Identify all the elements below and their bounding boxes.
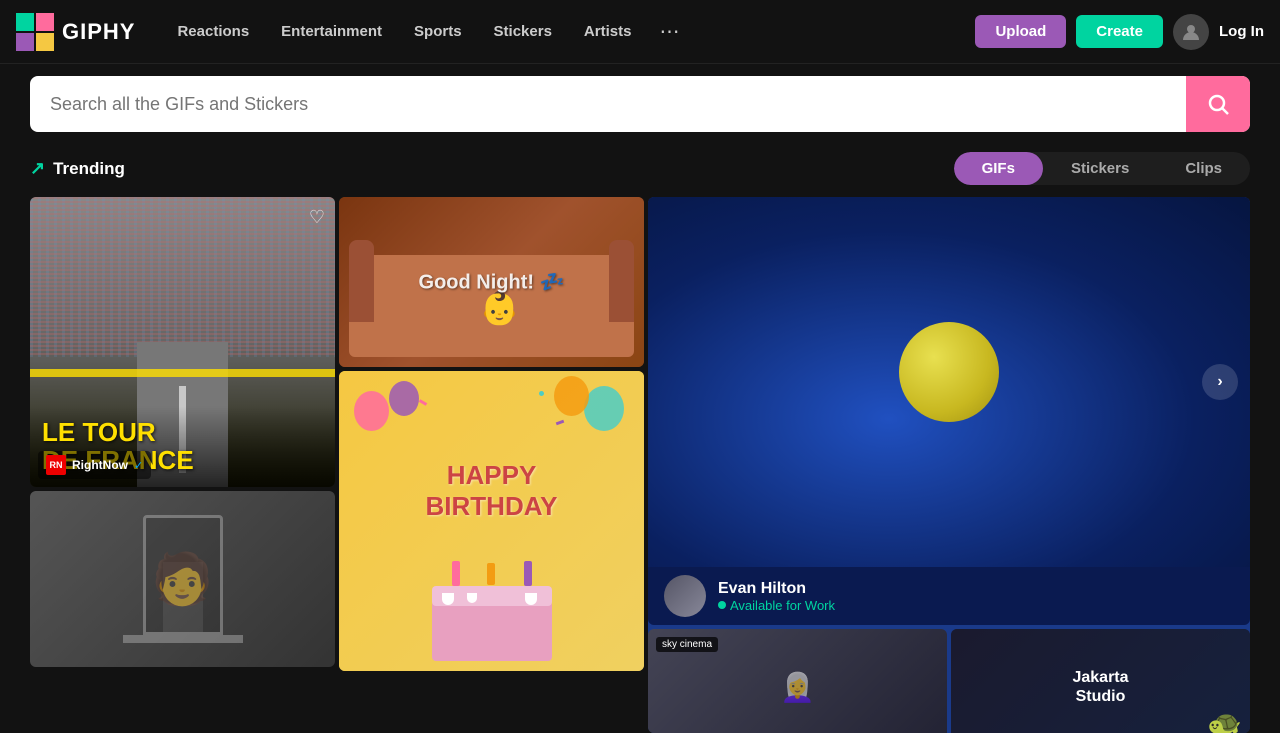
gif-card-birthday[interactable]: HAPPYBIRTHDAY <box>339 371 644 671</box>
status-dot <box>718 601 726 609</box>
nav-item-sports[interactable]: Sports <box>400 17 476 46</box>
nav-actions: Upload Create Log In <box>975 14 1264 50</box>
avatar <box>664 575 706 617</box>
jakarta-studio-text: Jakarta Studio <box>1072 668 1128 706</box>
create-button[interactable]: Create <box>1076 15 1163 48</box>
tour-title-line1: LE TOUR <box>42 418 323 447</box>
nav-item-stickers[interactable]: Stickers <box>480 17 566 46</box>
mid-column: 👶 Good Night! 💤 <box>339 197 644 733</box>
trending-icon: ↗ <box>30 158 45 179</box>
trending-row: ↗ Trending GIFs Stickers Clips <box>0 144 1280 193</box>
nav-item-reactions[interactable]: Reactions <box>163 17 263 46</box>
sky-cinema-badge: sky cinema <box>656 637 718 652</box>
left-column: LE TOUR DE FRANCE ♡ RN RightNow ✓ <box>30 197 335 733</box>
next-button[interactable]: › <box>1202 364 1238 400</box>
search-bar <box>30 76 1250 132</box>
card-attribution: RN RightNow ✓ <box>38 451 151 479</box>
login-button[interactable]: Log In <box>1219 23 1264 40</box>
jakarta-mascot-icon: 🐢 <box>1207 708 1242 733</box>
gif-card-person[interactable]: 🧑 <box>30 491 335 667</box>
nav-links: Reactions Entertainment Sports Stickers … <box>163 13 975 50</box>
feature-status: Available for Work <box>718 598 835 613</box>
search-icon <box>1206 92 1230 116</box>
nav-item-entertainment[interactable]: Entertainment <box>267 17 396 46</box>
nav-item-artists[interactable]: Artists <box>570 17 646 46</box>
feature-name: Evan Hilton <box>718 580 835 598</box>
goodnight-text: Good Night! 💤 <box>419 270 565 295</box>
main-content: LE TOUR DE FRANCE ♡ RN RightNow ✓ <box>0 193 1280 733</box>
gif-card-jakarta-studio[interactable]: Jakarta Studio 🐢 <box>951 629 1250 733</box>
tennis-ball <box>899 322 999 422</box>
search-input[interactable] <box>30 94 1186 115</box>
feature-card[interactable]: › <box>648 197 1250 567</box>
feature-creator-info: Evan Hilton Available for Work <box>718 580 835 613</box>
trending-text: Trending <box>53 159 125 179</box>
more-options-icon[interactable]: ⋯ <box>649 13 689 50</box>
tab-clips[interactable]: Clips <box>1157 152 1250 185</box>
tab-stickers[interactable]: Stickers <box>1043 152 1157 185</box>
upload-button[interactable]: Upload <box>975 15 1066 48</box>
gif-card-tour[interactable]: LE TOUR DE FRANCE ♡ RN RightNow ✓ <box>30 197 335 487</box>
feature-info: Evan Hilton Available for Work <box>648 567 1250 625</box>
logo-text: GIPHY <box>62 19 135 45</box>
search-button[interactable] <box>1186 76 1250 132</box>
attribution-name: RightNow <box>72 458 128 472</box>
tab-gifs[interactable]: GIFs <box>954 152 1043 185</box>
trending-label: ↗ Trending <box>30 158 125 179</box>
logo[interactable]: GIPHY <box>16 13 135 51</box>
birthday-text: HAPPYBIRTHDAY <box>426 460 558 522</box>
attribution-logo: RN <box>46 455 66 475</box>
gif-card-goodnight[interactable]: 👶 Good Night! 💤 <box>339 197 644 367</box>
navbar: GIPHY Reactions Entertainment Sports Sti… <box>0 0 1280 64</box>
heart-icon[interactable]: ♡ <box>309 207 325 228</box>
right-feature-column: › Evan Hilton Available for Work 👩‍� <box>648 197 1250 733</box>
verified-icon: ✓ <box>134 459 143 472</box>
filter-tabs: GIFs Stickers Clips <box>954 152 1250 185</box>
avatar[interactable] <box>1173 14 1209 50</box>
gif-card-sky-cinema[interactable]: 👩‍🦳 sky cinema <box>648 629 947 733</box>
